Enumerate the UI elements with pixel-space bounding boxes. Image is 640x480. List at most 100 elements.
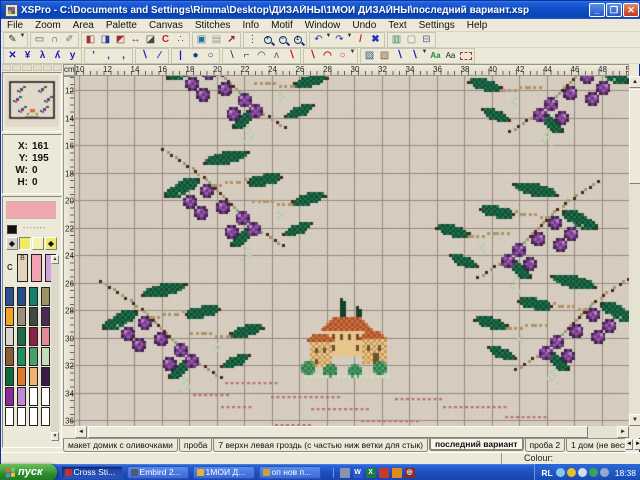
- longstitch-1-tool[interactable]: ∖: [392, 49, 407, 63]
- bead-tool[interactable]: ●: [188, 49, 203, 63]
- quick-icon-4[interactable]: [379, 468, 389, 478]
- tab-scroll-right[interactable]: ►: [634, 439, 640, 450]
- hoop-tool[interactable]: ○: [335, 49, 350, 63]
- menu-motif[interactable]: Motif: [265, 20, 299, 31]
- undo-button[interactable]: ↶: [311, 33, 326, 47]
- pale-yellow-swatch[interactable]: [32, 237, 44, 250]
- page-tab-4[interactable]: последний вариант: [429, 438, 524, 451]
- hoop-tool-dropdown[interactable]: ▼: [349, 49, 356, 63]
- palette-swatch-r4c4[interactable]: [41, 347, 50, 366]
- palette-swatch-r4c3[interactable]: [29, 347, 38, 366]
- palette-swatch-r6c2[interactable]: [17, 387, 26, 406]
- thick-curve-tool[interactable]: ◠: [320, 49, 335, 63]
- freehand-select-tool[interactable]: ✐: [62, 33, 77, 47]
- menu-window[interactable]: Window: [299, 20, 347, 31]
- page-tab-1[interactable]: макет домик с оливочками: [63, 439, 178, 452]
- palette-swatch-r2c3[interactable]: [29, 307, 38, 326]
- lasso-select-tool[interactable]: ∩: [47, 33, 62, 47]
- page-tab-6[interactable]: 1 дом (не весь для стыковки): [566, 439, 625, 452]
- quick-icon-5[interactable]: [392, 468, 402, 478]
- task-button-4[interactable]: оп нов п...: [259, 466, 321, 479]
- copy-tool[interactable]: ◨: [98, 33, 113, 47]
- pencil-tool[interactable]: ✎: [5, 33, 20, 47]
- new-page-button[interactable]: ▢: [404, 33, 419, 47]
- palette-swatch-r5c3[interactable]: [29, 367, 38, 386]
- palette-swatch-r5c1[interactable]: [5, 367, 14, 386]
- motif-edit-tool[interactable]: ▧: [377, 49, 392, 63]
- palette-header-swatch-1[interactable]: B: [17, 254, 28, 282]
- half-fwd-tool[interactable]: ∕: [152, 49, 167, 63]
- longstitch-2-tool[interactable]: ∖: [407, 49, 422, 63]
- zoom-in-tool[interactable]: +: [260, 33, 275, 47]
- bright-yellow-swatch[interactable]: [19, 237, 31, 250]
- longstitch-2-tool-dropdown[interactable]: ▼: [421, 49, 428, 63]
- zoom-actual-tool[interactable]: 1: [290, 33, 305, 47]
- zoom-out-tool[interactable]: −: [275, 33, 290, 47]
- palette-swatch-r1c2[interactable]: [17, 287, 26, 306]
- motif-library-tool[interactable]: ▨: [362, 49, 377, 63]
- maximize-button[interactable]: ❐: [606, 3, 622, 17]
- text-tool-color[interactable]: Aa: [428, 49, 443, 63]
- redo-button[interactable]: ↷: [332, 33, 347, 47]
- page-tab-3[interactable]: 7 верхн левая гроздь (с частью ниж ветки…: [213, 439, 428, 452]
- menu-info[interactable]: Info: [236, 20, 265, 31]
- menu-stitches[interactable]: Stitches: [189, 20, 237, 31]
- palette-swatch-r3c4[interactable]: [41, 327, 50, 346]
- tray-icon-2[interactable]: [567, 468, 576, 477]
- half-stitch-fwd-tool[interactable]: ʎ: [50, 49, 65, 63]
- half-stitch-back-tool[interactable]: λ: [35, 49, 50, 63]
- pattern-preview-thumbnail[interactable]: [5, 75, 59, 127]
- palette-header-swatch-2[interactable]: [31, 254, 42, 282]
- scroll-right-button[interactable]: ►: [617, 426, 629, 438]
- palette-swatch-r2c2[interactable]: [17, 307, 26, 326]
- scroll-left-button[interactable]: ◄: [75, 426, 87, 438]
- palette-swatch-r2c1[interactable]: [5, 307, 14, 326]
- panel-tool-2[interactable]: [12, 64, 21, 71]
- panel-tool-1[interactable]: [2, 64, 11, 71]
- tray-icon-5[interactable]: [600, 468, 609, 477]
- palette-swatch-r7c2[interactable]: [17, 407, 26, 426]
- view-mode-tool[interactable]: ▣: [194, 33, 209, 47]
- quick-icon-6[interactable]: ◎: [405, 468, 415, 478]
- page-tab-5[interactable]: проба 2: [525, 439, 566, 452]
- palette-swatch-r6c1[interactable]: [5, 387, 14, 406]
- menu-text[interactable]: Text: [382, 20, 412, 31]
- panel-tool-5[interactable]: [43, 64, 52, 71]
- panel-tool-6[interactable]: [53, 64, 62, 71]
- backstitch-bead-tool[interactable]: ⌐: [239, 49, 254, 63]
- menu-undo[interactable]: Undo: [346, 20, 382, 31]
- palette-swatch-r6c4[interactable]: [41, 387, 50, 406]
- curve-bead-tool[interactable]: ʌ: [269, 49, 284, 63]
- points-tool[interactable]: ∴: [173, 33, 188, 47]
- menu-canvas[interactable]: Canvas: [143, 20, 189, 31]
- palette-scroll-down[interactable]: ▼: [51, 432, 59, 441]
- rect-select-tool[interactable]: ▭: [32, 33, 47, 47]
- text-tool[interactable]: Aa: [443, 49, 458, 63]
- palette-scrollbar[interactable]: ▲ ▼: [51, 255, 59, 441]
- panel-tool-3[interactable]: [22, 64, 31, 71]
- task-button-1[interactable]: Cross Sti...: [61, 466, 123, 479]
- backstitch-tool[interactable]: ∖: [224, 49, 239, 63]
- tray-icon-4[interactable]: [589, 468, 598, 477]
- palette-swatch-r7c4[interactable]: [41, 407, 50, 426]
- palette-swatch-r7c1[interactable]: [5, 407, 14, 426]
- palette-swatch-r5c4[interactable]: [41, 367, 50, 386]
- menu-help[interactable]: Help: [461, 20, 494, 31]
- scroll-down-button[interactable]: ▼: [629, 414, 640, 426]
- flip-tool[interactable]: ◪: [143, 33, 158, 47]
- scroll-up-button[interactable]: ▲: [629, 76, 640, 88]
- tray-icon-3[interactable]: [578, 468, 587, 477]
- thick-backstitch-tool[interactable]: ∖: [305, 49, 320, 63]
- thread-tool[interactable]: ⋮: [245, 33, 260, 47]
- menu-palette[interactable]: Palette: [100, 20, 143, 31]
- palette-swatch-r5c2[interactable]: [17, 367, 26, 386]
- petite-stitch-2-tool[interactable]: ‚: [101, 49, 116, 63]
- print-preview-tool[interactable]: ▤: [209, 33, 224, 47]
- knot-black-swatch[interactable]: ◆: [6, 237, 18, 250]
- ink-color-swatch[interactable]: [7, 225, 17, 234]
- horizontal-scrollbar[interactable]: ◄ ►: [75, 426, 629, 438]
- menu-area[interactable]: Area: [67, 20, 100, 31]
- palette-swatch-r4c2[interactable]: [17, 347, 26, 366]
- pencil-tool-dropdown[interactable]: ▼: [19, 33, 26, 47]
- quick-icon-3[interactable]: X: [366, 468, 376, 478]
